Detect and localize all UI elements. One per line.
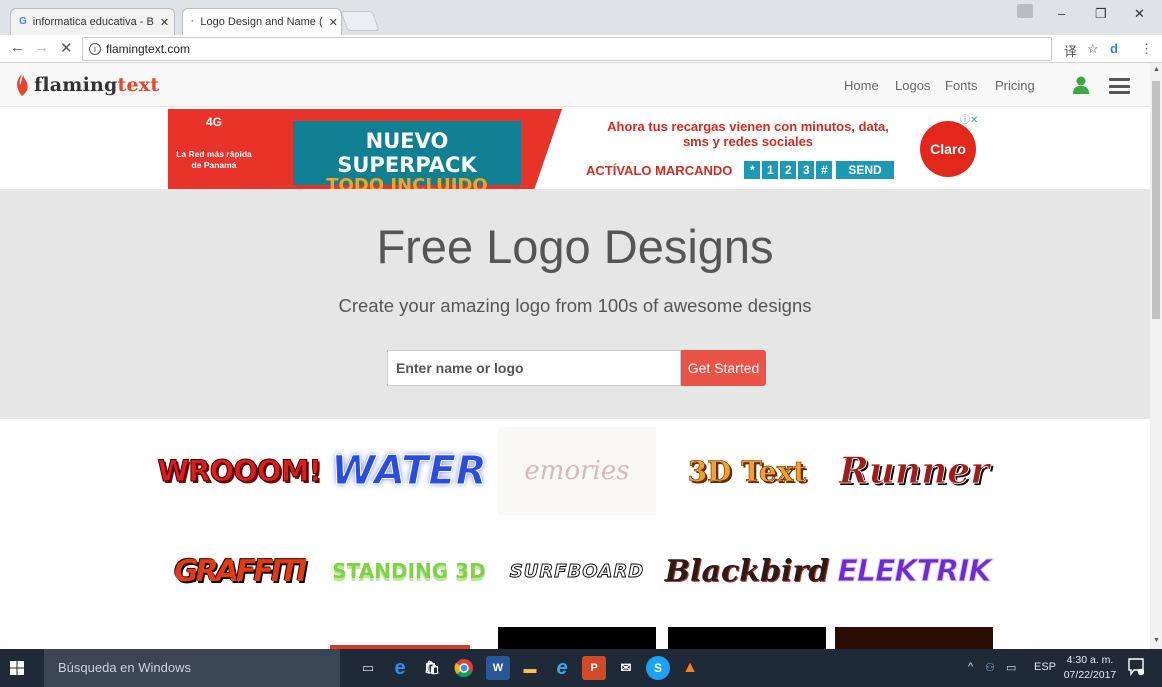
- address-bar[interactable]: i flamingtext.com: [82, 37, 1052, 61]
- scroll-down-icon[interactable]: ▼: [1153, 637, 1160, 644]
- clock-time: 4:30 a. m.: [1066, 654, 1114, 666]
- site-info-icon[interactable]: i: [89, 43, 101, 55]
- ad-cta: ACTÍVALO MARCANDO * 1 2 3 # SEND: [586, 161, 894, 179]
- logo-style-surfboard[interactable]: SURFBOARD: [498, 531, 656, 611]
- task-view-icon[interactable]: ▭: [356, 656, 380, 680]
- logo-style-blackbird[interactable]: Blackbird: [665, 531, 829, 611]
- edge-icon[interactable]: e: [388, 656, 412, 680]
- tab-close-icon[interactable]: ✕: [154, 16, 169, 29]
- hero-subtitle: Create your amazing logo from 100s of aw…: [338, 295, 812, 316]
- action-center-icon[interactable]: [1128, 658, 1144, 676]
- browser-tabstrip: G informatica educativa - B ✕ · Logo Des…: [0, 0, 1162, 35]
- browser-tab-flamingtext[interactable]: · Logo Design and Name ( ✕: [182, 8, 342, 35]
- ad-send: SEND: [836, 161, 894, 179]
- logo-text: flamingtext: [34, 74, 160, 96]
- restore-button[interactable]: ❐: [1095, 6, 1107, 22]
- tab-title: informatica educativa - B: [32, 16, 154, 28]
- battery-icon[interactable]: ▭: [1006, 661, 1016, 674]
- logo-style-wrooom[interactable]: WROOOM!: [157, 431, 322, 511]
- ad-key: 1: [762, 161, 779, 179]
- internet-explorer-icon[interactable]: e: [550, 656, 574, 680]
- extension-icon[interactable]: d: [1110, 41, 1118, 56]
- windows-taskbar: Búsqueda en Windows ▭ e 🛍 W ▬ e P ✉ S ▲ …: [0, 649, 1162, 687]
- new-tab-button[interactable]: [340, 11, 380, 31]
- adchoices-icon[interactable]: ⓘ✕: [960, 111, 982, 126]
- mail-icon[interactable]: ✉: [614, 656, 638, 680]
- nav-fonts[interactable]: Fonts: [945, 78, 978, 93]
- logo-style-dark[interactable]: [668, 627, 826, 649]
- logo-style-partial[interactable]: ~ ~ ~: [170, 633, 328, 649]
- forward-button[interactable]: →: [34, 39, 49, 56]
- ad-network-text: La Red más rápida de Panamá: [176, 149, 252, 170]
- advertisement-banner[interactable]: 4G La Red más rápida de Panamá NUEVO SUP…: [168, 109, 982, 196]
- hero-title: Free Logo Designs: [376, 220, 774, 273]
- close-window-button[interactable]: ✕: [1134, 6, 1145, 22]
- tab-close-icon[interactable]: ✕: [323, 16, 338, 29]
- chrome-menu-icon[interactable]: ⋮: [1140, 41, 1153, 57]
- logo-style-graffiti[interactable]: GRAFFITI: [153, 531, 325, 611]
- vlc-icon[interactable]: ▲: [678, 656, 702, 680]
- nav-logos[interactable]: Logos: [895, 78, 930, 93]
- bookmark-star-icon[interactable]: ☆: [1087, 41, 1099, 57]
- ad-cta-prefix: ACTÍVALO MARCANDO: [586, 162, 733, 178]
- powerpoint-icon[interactable]: P: [582, 656, 606, 680]
- scroll-up-icon[interactable]: ▲: [1153, 66, 1160, 73]
- logo-style-elektrik[interactable]: ELEKTRIK: [835, 531, 993, 611]
- hero-section: Free Logo Designs Create your amazing lo…: [0, 189, 1150, 419]
- taskbar-clock[interactable]: 4:30 a. m. 07/22/2017: [1062, 653, 1118, 683]
- browser-tab-informatica[interactable]: G informatica educativa - B ✕: [10, 8, 175, 35]
- tab-title: Logo Design and Name (: [200, 16, 323, 28]
- url-text: flamingtext.com: [106, 42, 191, 56]
- show-hidden-icons-icon[interactable]: ^: [968, 661, 973, 673]
- hamburger-menu-icon[interactable]: [1109, 78, 1130, 94]
- people-tray-icon[interactable]: ⚇: [985, 661, 995, 674]
- logo-style-water[interactable]: WATER: [330, 431, 488, 511]
- logo-style-dark[interactable]: [498, 627, 656, 649]
- logo-name-input[interactable]: [387, 350, 681, 386]
- get-started-button[interactable]: Get Started: [681, 350, 766, 386]
- language-indicator[interactable]: ESP: [1034, 661, 1056, 673]
- logo-gallery: WROOOM! WATER emories 3D Text Runner GRA…: [0, 419, 1150, 649]
- flame-icon: [17, 74, 28, 96]
- logo-style-partial[interactable]: [330, 645, 470, 649]
- user-account-icon[interactable]: [1072, 76, 1090, 94]
- logo-style-dark[interactable]: [835, 627, 993, 649]
- stop-loading-button[interactable]: ✕: [60, 39, 73, 57]
- logo-style-runner[interactable]: Runner: [835, 431, 993, 511]
- ad-key: *: [744, 161, 761, 179]
- chrome-icon[interactable]: [452, 656, 476, 680]
- file-explorer-icon[interactable]: ▬: [518, 656, 542, 680]
- nav-home[interactable]: Home: [844, 78, 879, 93]
- scrollbar-thumb[interactable]: [1152, 81, 1160, 319]
- back-button[interactable]: ←: [10, 39, 25, 56]
- logo-style-memories[interactable]: emories: [498, 427, 656, 515]
- logo-style-standing-3d[interactable]: STANDING 3D: [330, 531, 488, 611]
- store-icon[interactable]: 🛍: [420, 656, 444, 680]
- minimize-button[interactable]: –: [1058, 6, 1065, 21]
- ad-key: 3: [798, 161, 815, 179]
- clock-date: 07/22/2017: [1063, 669, 1117, 681]
- loading-favicon-icon: ·: [191, 16, 195, 27]
- site-navbar: flamingtext Home Logos Fonts Pricing: [0, 63, 1150, 107]
- word-icon[interactable]: W: [486, 656, 510, 680]
- flamingtext-logo[interactable]: flamingtext: [14, 73, 159, 97]
- logo-style-3d-text[interactable]: 3D Text: [668, 431, 826, 511]
- claro-logo: Claro: [920, 121, 976, 177]
- skype-icon[interactable]: S: [646, 656, 670, 680]
- ad-headline: NUEVO SUPERPACK: [337, 129, 477, 177]
- ad-key: 2: [780, 161, 797, 179]
- taskbar-search[interactable]: Búsqueda en Windows: [44, 649, 340, 687]
- translate-icon[interactable]: 译: [1064, 41, 1077, 60]
- google-favicon-icon: G: [19, 16, 27, 27]
- profile-icon[interactable]: [1017, 4, 1033, 18]
- ad-message: Ahora tus recargas vienen con minutos, d…: [607, 119, 889, 149]
- page-scrollbar[interactable]: ▲ ▼: [1150, 63, 1162, 649]
- ad-superpack-box: NUEVO SUPERPACK TODO INCLUIDO: [293, 121, 521, 196]
- windows-start-icon[interactable]: [10, 661, 24, 675]
- ad-key: #: [816, 161, 833, 179]
- browser-toolbar: ← → ✕ i flamingtext.com 译 ☆ d ⋮: [0, 35, 1162, 63]
- nav-pricing[interactable]: Pricing: [995, 78, 1035, 93]
- ad-container: 4G La Red más rápida de Panamá NUEVO SUP…: [0, 107, 1150, 196]
- ad-4g-badge: 4G: [206, 115, 223, 129]
